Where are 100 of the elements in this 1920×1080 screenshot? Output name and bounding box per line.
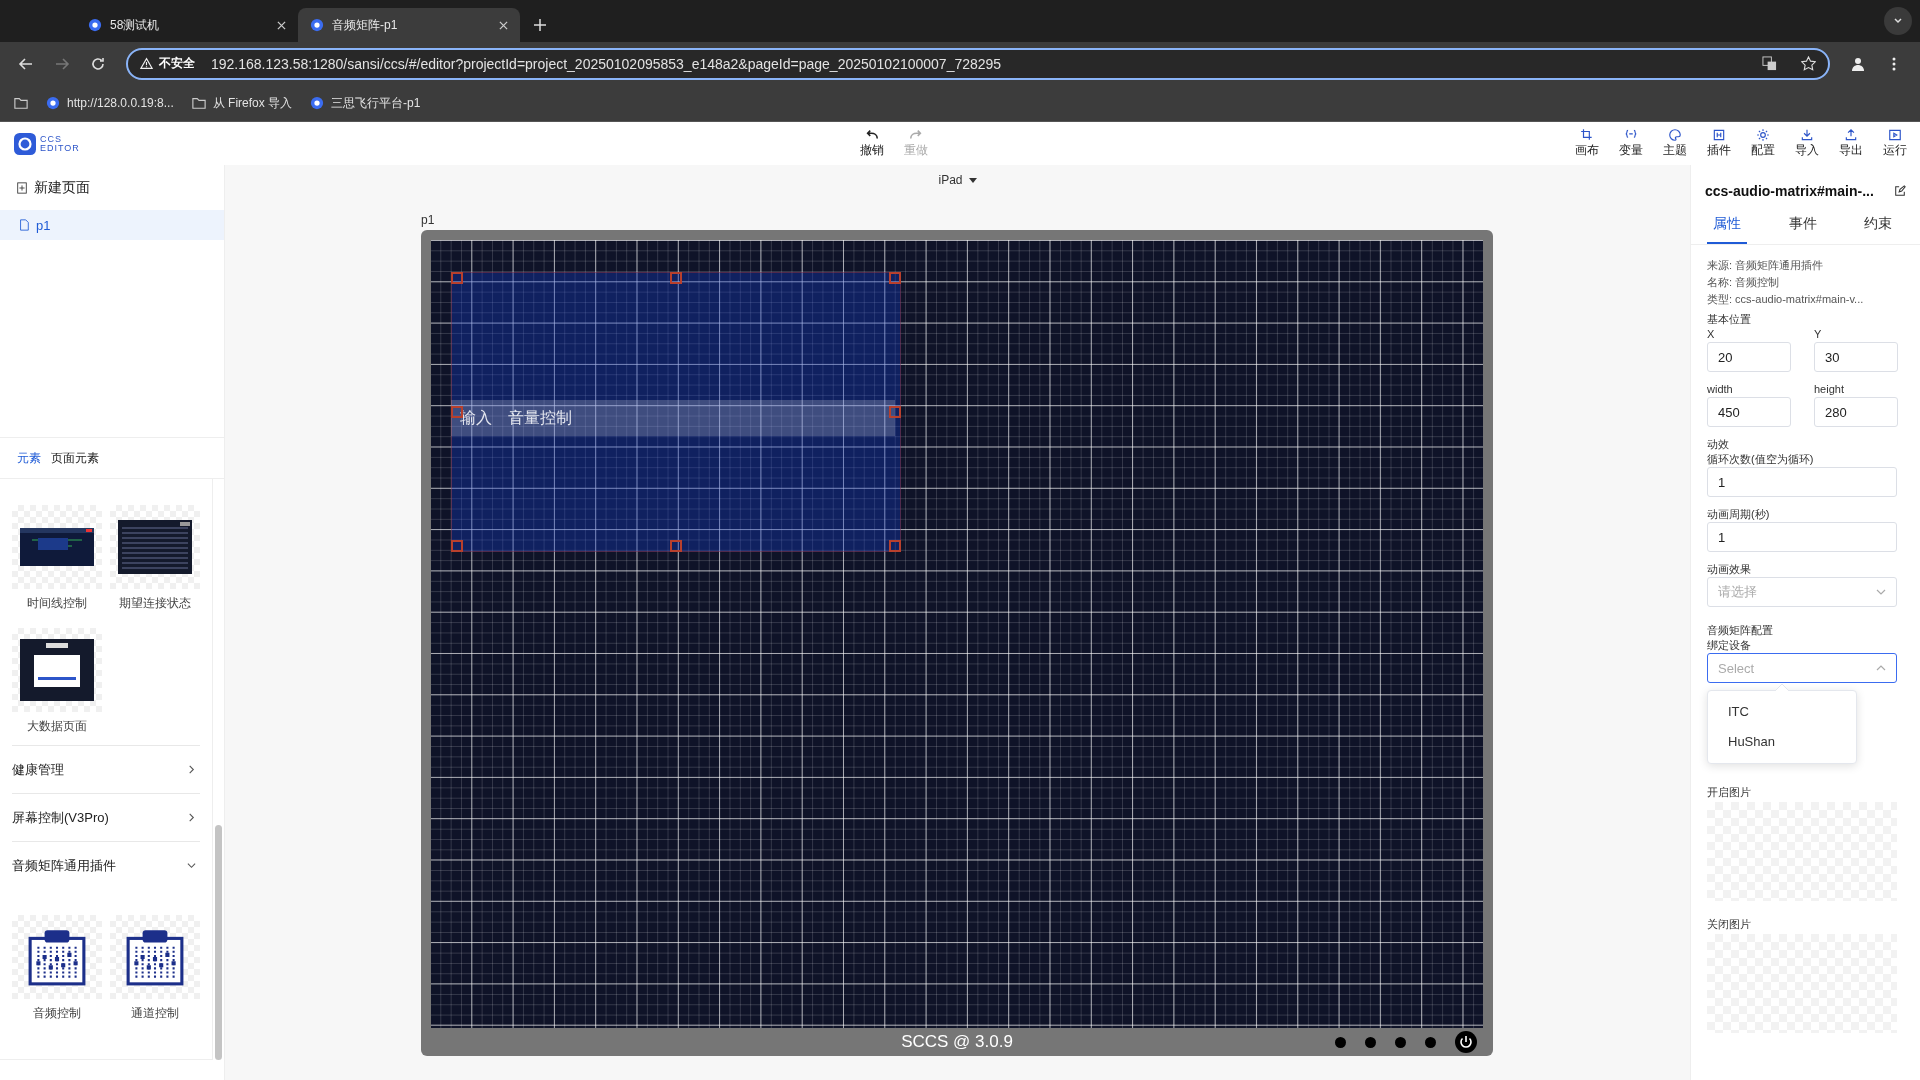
field-label: Y xyxy=(1814,327,1823,342)
resize-handle[interactable] xyxy=(451,540,463,552)
field-label: X xyxy=(1707,327,1716,342)
resize-handle[interactable] xyxy=(889,540,901,552)
field-label: 动画周期(秒) xyxy=(1707,507,1771,522)
resize-handle[interactable] xyxy=(670,540,682,552)
add-page-icon xyxy=(16,181,28,194)
upload-icon xyxy=(1844,128,1858,142)
toolbar-button[interactable]: 导出 xyxy=(1838,128,1864,159)
resize-handle[interactable] xyxy=(889,406,901,418)
info-text: 名称: 音频控制 xyxy=(1707,275,1781,290)
section-title: 动效 xyxy=(1707,437,1730,452)
toolbar-button[interactable]: 主题 xyxy=(1662,128,1688,159)
category-header[interactable]: 音频矩阵通用插件 xyxy=(12,841,200,889)
crop-icon xyxy=(1580,128,1594,142)
indicator-dot xyxy=(1365,1036,1376,1048)
favicon-icon xyxy=(88,18,102,32)
browser-tab[interactable]: 音频矩阵-p1 xyxy=(298,8,520,42)
folder-icon[interactable] xyxy=(14,96,28,110)
field-label: 关闭图片 xyxy=(1707,917,1752,932)
inspector-tab[interactable]: 事件 xyxy=(1782,209,1823,244)
field-label: 循环次数(值空为循环) xyxy=(1707,452,1815,467)
document-icon xyxy=(18,219,30,231)
category-header[interactable]: 健康管理 xyxy=(12,745,200,793)
favicon-icon xyxy=(310,18,324,32)
panel-tab[interactable]: 元素 xyxy=(17,449,41,467)
section-title: 基本位置 xyxy=(1707,312,1752,327)
inspector-tab[interactable]: 属性 xyxy=(1707,209,1747,244)
chevron-down-icon xyxy=(187,861,196,870)
chevron-down-icon xyxy=(1893,16,1903,26)
section-title: 音频矩阵配置 xyxy=(1707,623,1774,638)
component-title: ccs-audio-matrix#main-... xyxy=(1705,183,1874,199)
gear-icon xyxy=(1756,128,1770,142)
toolbar-button[interactable]: 变量 xyxy=(1618,128,1644,159)
toolbar-button[interactable]: 导入 xyxy=(1794,128,1820,159)
field-label: 绑定设备 xyxy=(1707,638,1752,653)
dropdown-option[interactable]: ITC xyxy=(1708,697,1856,727)
widget-label: 音量控制 xyxy=(508,407,572,428)
bookmark[interactable]: 三思飞行平台-p1 xyxy=(310,94,421,112)
logo-text: CCS xyxy=(40,134,63,144)
power-icon[interactable] xyxy=(1455,1031,1477,1053)
new-tab-icon[interactable] xyxy=(534,19,546,31)
input-field[interactable]: 1 xyxy=(1707,467,1897,497)
version-text: SCCS @ 3.0.9 xyxy=(901,1032,1013,1052)
chevron-right-icon xyxy=(187,813,196,822)
favicon-icon xyxy=(310,96,325,110)
resize-handle[interactable] xyxy=(670,272,682,284)
bookmark[interactable]: 从 Firefox 导入 xyxy=(191,94,293,112)
star-icon[interactable] xyxy=(1801,56,1816,71)
info-text: 来源: 音频矩阵通用插件 xyxy=(1707,258,1825,273)
address-field[interactable]: 不安全 192.168.123.58:1280/sansi/ccs/#/editor?projectId=project_20250102095853_e148a2&pageId=page_20250102100007_728295 xyxy=(126,47,1830,80)
indicator-dot xyxy=(1395,1036,1406,1048)
folder-icon xyxy=(191,96,206,110)
field-label: width xyxy=(1707,382,1734,397)
chevron-right-icon xyxy=(187,765,196,774)
toolbar-button[interactable]: 配置 xyxy=(1750,128,1776,159)
scrollbar[interactable] xyxy=(215,825,222,1060)
mixer-icon xyxy=(124,928,186,986)
bookmark[interactable]: http://128.0.0.19:8... xyxy=(46,96,174,110)
browser-tab[interactable]: 58测试机 xyxy=(76,8,298,42)
page-item[interactable]: p1 xyxy=(0,210,224,240)
indicator-dot xyxy=(1335,1036,1346,1048)
tab-search-button[interactable] xyxy=(1884,7,1912,35)
category-header[interactable]: 屏幕控制(V3Pro) xyxy=(12,793,200,841)
caret-icon xyxy=(968,177,977,183)
inspector-tab[interactable]: 约束 xyxy=(1858,209,1898,244)
input-field[interactable]: 1 xyxy=(1707,522,1897,552)
toolbar-button[interactable]: 画布 xyxy=(1574,128,1600,159)
close-icon[interactable] xyxy=(499,20,508,30)
info-text: 类型: ccs-audio-matrix#main-v... xyxy=(1707,292,1865,307)
toolbar-button[interactable]: 运行 xyxy=(1882,128,1908,159)
input-field[interactable]: 20 xyxy=(1707,342,1791,372)
logo-text: EDITOR xyxy=(40,143,80,153)
translate-icon[interactable] xyxy=(1762,56,1777,71)
close-icon[interactable] xyxy=(277,20,286,30)
page-label: p1 xyxy=(421,213,436,227)
mixer-icon xyxy=(26,928,88,986)
redo-icon xyxy=(909,128,923,142)
toolbar-button[interactable]: 插件 xyxy=(1706,128,1732,159)
field-label: 动画效果 xyxy=(1707,562,1752,577)
logo-icon xyxy=(14,132,36,155)
resize-handle[interactable] xyxy=(451,272,463,284)
undo-icon xyxy=(865,128,879,142)
history-button[interactable]: 撤销 xyxy=(859,128,885,159)
favicon-icon xyxy=(46,96,60,110)
device-dropdown[interactable]: iPad xyxy=(938,173,977,187)
play-icon xyxy=(1888,128,1902,142)
input-field[interactable]: 450 xyxy=(1707,397,1791,427)
new-page-button[interactable]: 新建页面 xyxy=(0,165,224,210)
field-label: 开启图片 xyxy=(1707,785,1752,800)
download-icon xyxy=(1800,128,1814,142)
indicator-dot xyxy=(1425,1036,1436,1048)
input-field[interactable]: 280 xyxy=(1814,397,1898,427)
url-text: 192.168.123.58:1280/sansi/ccs/#/editor?projectId=project_20250102095853_e148a2&pageId=page_20250102100007_728295 xyxy=(211,55,1002,72)
panel-tab[interactable]: 页面元素 xyxy=(51,449,99,467)
dropdown-option[interactable]: HuShan xyxy=(1708,727,1856,757)
security-label: 不安全 xyxy=(159,55,195,72)
input-field[interactable]: 30 xyxy=(1814,342,1898,372)
edit-icon[interactable] xyxy=(1894,185,1906,197)
resize-handle[interactable] xyxy=(889,272,901,284)
